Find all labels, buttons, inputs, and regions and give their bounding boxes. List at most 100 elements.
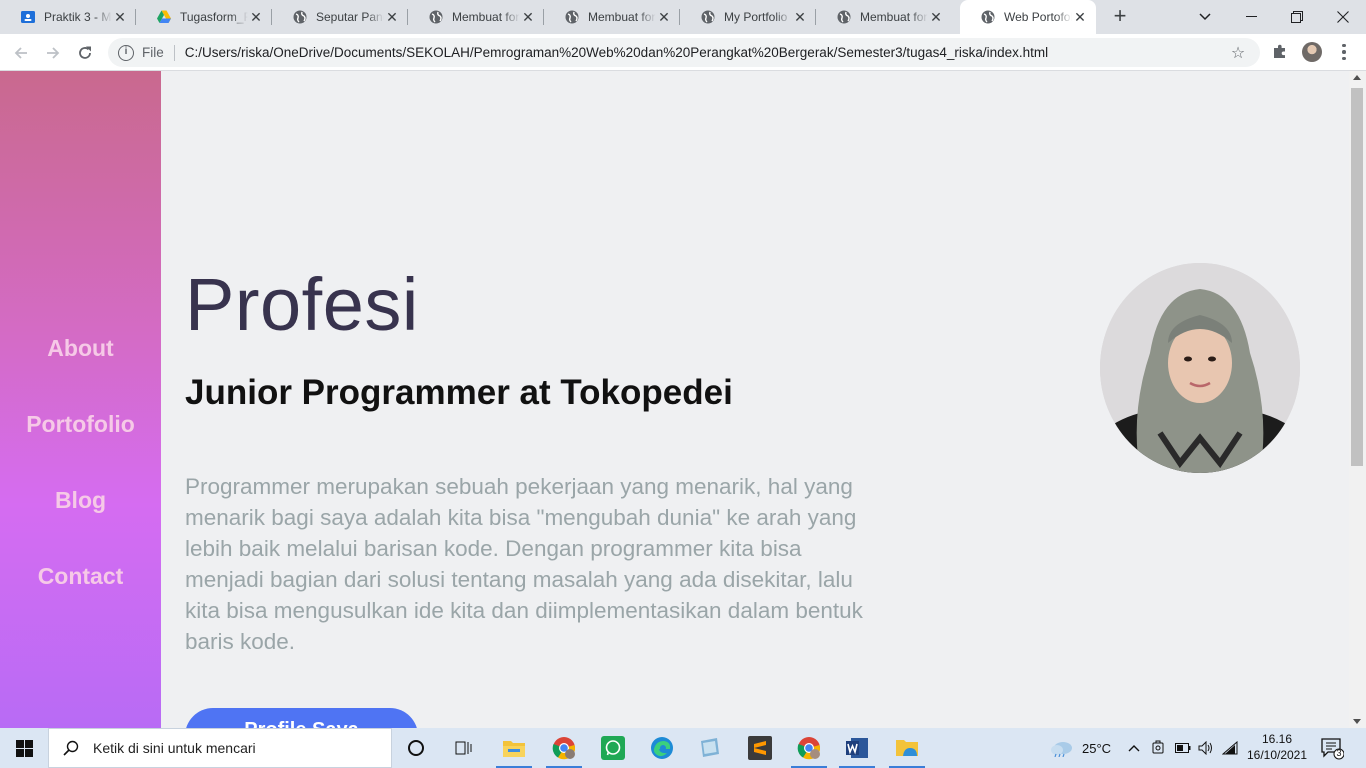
notification-center-button[interactable]: 3 [1320, 736, 1345, 760]
globe-icon [428, 9, 444, 25]
scroll-down-arrow-icon[interactable] [1353, 719, 1361, 724]
browser-tab[interactable]: Membuat for ✕ [816, 0, 952, 34]
close-tab-icon[interactable]: ✕ [248, 9, 264, 25]
browser-tab[interactable]: Membuat for ✕ [408, 0, 544, 34]
nav-link-about[interactable]: About [0, 335, 161, 362]
taskbar-chrome[interactable] [540, 728, 588, 768]
browser-tab[interactable]: Praktik 3 - Mc ✕ [0, 0, 136, 34]
wifi-icon [1222, 741, 1238, 755]
system-clock[interactable]: 16.16 16/10/2021 [1244, 731, 1310, 763]
speaker-icon [1198, 741, 1212, 755]
close-tab-icon[interactable]: ✕ [1072, 9, 1088, 25]
sublime-text-icon [748, 736, 772, 760]
close-tab-icon[interactable]: ✕ [112, 9, 128, 25]
back-button[interactable] [8, 40, 34, 66]
weather-widget[interactable]: 25°C [1050, 728, 1111, 768]
tab-title: My Portfolio [724, 10, 788, 24]
taskbar-word[interactable] [833, 728, 881, 768]
close-tab-icon[interactable]: ✕ [792, 9, 808, 25]
job-title: Junior Programmer at Tokopedei [185, 373, 733, 412]
taskbar-chrome-profile[interactable] [785, 728, 833, 768]
page-viewport: About Portofolio Blog Contact Profesi Ju… [0, 71, 1366, 728]
close-tab-icon[interactable]: ✕ [656, 9, 672, 25]
tray-volume[interactable] [1198, 728, 1214, 768]
profile-button[interactable]: Profile Saya [185, 708, 418, 728]
url-text[interactable]: C:/Users/riska/OneDrive/Documents/SEKOLA… [185, 45, 1226, 60]
extensions-puzzle-icon[interactable] [1270, 42, 1290, 62]
notification-badge: 3 [1336, 748, 1342, 758]
taskbar-whatsapp[interactable] [589, 728, 637, 768]
browser-menu-button[interactable] [1334, 40, 1354, 64]
reload-icon [79, 46, 91, 59]
close-tab-icon[interactable]: ✕ [928, 9, 944, 25]
whatsapp-icon [601, 736, 625, 760]
restore-button[interactable] [1274, 0, 1320, 34]
browser-tab[interactable]: Membuat for ✕ [544, 0, 680, 34]
arrow-left-icon [14, 47, 27, 59]
address-bar[interactable]: i File C:/Users/riska/OneDrive/Documents… [108, 38, 1260, 67]
tray-meet-now[interactable] [1152, 728, 1166, 768]
nav-link-portofolio[interactable]: Portofolio [0, 411, 161, 438]
close-icon [1337, 11, 1349, 23]
clock-time: 16.16 [1261, 732, 1293, 746]
show-hidden-icons-button[interactable] [1128, 728, 1140, 768]
globe-icon [980, 9, 996, 25]
tab-title: Membuat for [860, 10, 928, 24]
taskbar-sublime[interactable] [736, 728, 784, 768]
close-tab-icon[interactable]: ✕ [384, 9, 400, 25]
browser-tab[interactable]: Tugasform_Ri ✕ [136, 0, 272, 34]
browser-tab-strip: Praktik 3 - Mc ✕ Tugasform_Ri ✕ Seputar … [0, 0, 1366, 34]
scroll-up-arrow-icon[interactable] [1353, 75, 1361, 80]
weather-cloud-icon [1051, 742, 1072, 757]
battery-icon [1175, 743, 1191, 753]
search-icon [63, 740, 79, 756]
tray-wifi[interactable] [1222, 728, 1238, 768]
taskbar-file-explorer[interactable] [490, 728, 538, 768]
new-tab-button[interactable]: + [1108, 5, 1132, 29]
description-paragraph: Programmer merupakan sebuah pekerjaan ya… [185, 474, 863, 654]
browser-tab-active[interactable]: Web Portofoli ✕ [960, 0, 1096, 34]
tray-battery[interactable] [1175, 728, 1191, 768]
page-title: Profesi [185, 263, 419, 346]
classroom-icon [20, 9, 36, 25]
browser-toolbar: i File C:/Users/riska/OneDrive/Documents… [0, 34, 1366, 71]
edge-icon [651, 737, 673, 759]
reload-button[interactable] [72, 40, 98, 66]
drive-icon [156, 9, 172, 25]
task-view-button[interactable] [440, 728, 488, 768]
nav-link-contact[interactable]: Contact [0, 563, 161, 590]
taskbar-photos[interactable] [883, 728, 931, 768]
chrome-icon [552, 737, 576, 760]
tab-title: Praktik 3 - Mc [44, 10, 112, 24]
tab-title: Membuat for [452, 10, 520, 24]
profile-avatar[interactable] [1302, 42, 1322, 62]
arrow-right-icon [47, 47, 60, 59]
nav-link-blog[interactable]: Blog [0, 487, 161, 514]
sidebar-nav: About Portofolio Blog Contact [0, 71, 161, 728]
close-window-button[interactable] [1320, 0, 1366, 34]
tablet-app-icon [701, 738, 719, 757]
tab-title: Web Portofoli [1004, 10, 1072, 24]
taskbar-search-box[interactable]: Ketik di sini untuk mencari [48, 728, 392, 768]
close-tab-icon[interactable]: ✕ [520, 9, 536, 25]
taskbar-edge[interactable] [638, 728, 686, 768]
taskbar-app-tablet[interactable] [686, 728, 734, 768]
scrollbar-thumb[interactable] [1351, 88, 1363, 466]
globe-icon [836, 9, 852, 25]
windows-taskbar: Ketik di sini untuk mencari 25°C 16.16 1… [0, 728, 1366, 768]
profile-photo [1100, 263, 1300, 473]
start-button[interactable] [0, 728, 48, 768]
browser-tab[interactable]: Seputar Pang ✕ [272, 0, 408, 34]
cortana-circle-icon [408, 740, 424, 756]
scheme-label: File [142, 45, 164, 60]
cortana-button[interactable] [392, 728, 440, 768]
weather-temperature: 25°C [1082, 740, 1112, 756]
tab-title: Seputar Pang [316, 10, 384, 24]
bookmark-star-icon[interactable]: ☆ [1226, 43, 1250, 63]
minimize-button[interactable] [1228, 0, 1274, 34]
browser-tab[interactable]: My Portfolio ✕ [680, 0, 816, 34]
forward-button[interactable] [40, 40, 66, 66]
info-icon[interactable]: i [118, 44, 134, 61]
tab-search-button[interactable] [1182, 0, 1228, 34]
page-scrollbar[interactable] [1349, 71, 1366, 728]
